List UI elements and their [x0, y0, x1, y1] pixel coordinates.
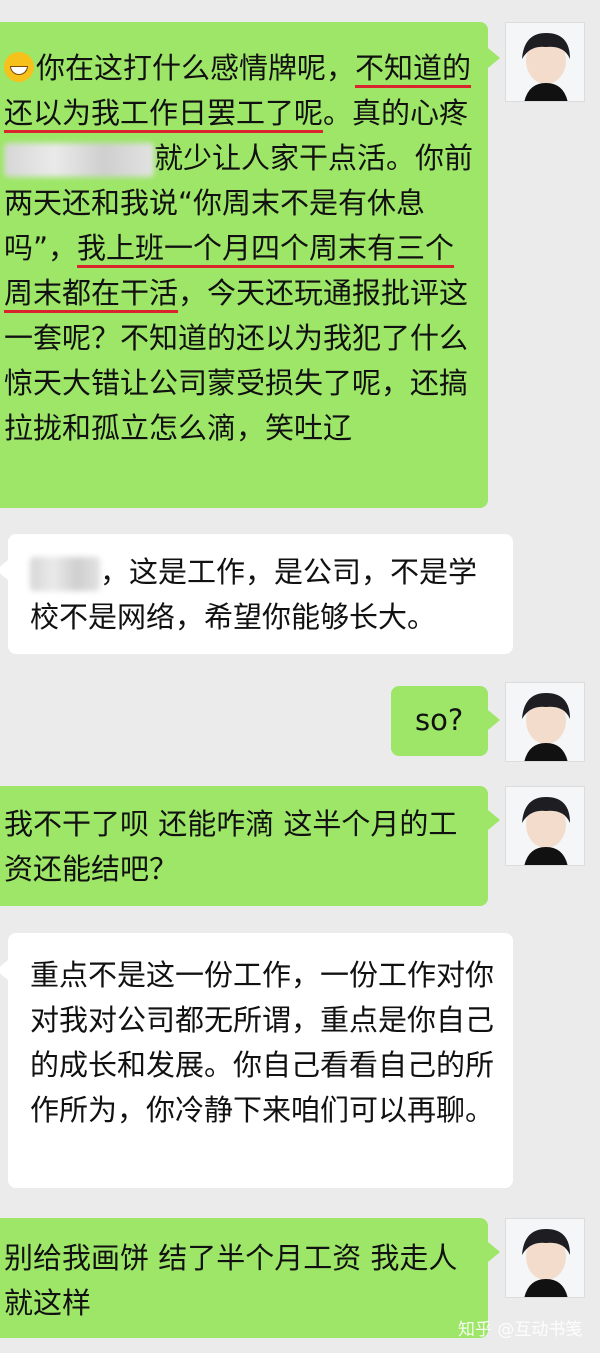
message-text: 你在这打什么感情牌呢， — [36, 51, 356, 85]
bubble-tail — [488, 710, 500, 730]
user-avatar-icon — [522, 797, 570, 865]
bubble-tail — [0, 560, 8, 580]
message-bubble-incoming-2[interactable]: 重点不是这一份工作，一份工作对你对我对公司都无所谓，重点是你自己的成长和发展。你… — [8, 933, 513, 1188]
bubble-tail — [0, 960, 8, 980]
bubble-tail — [488, 48, 500, 68]
avatar[interactable] — [505, 1218, 585, 1298]
user-avatar-icon — [522, 1229, 570, 1297]
user-avatar-icon — [522, 693, 570, 761]
redacted-text — [4, 143, 154, 177]
avatar[interactable] — [505, 786, 585, 866]
avatar[interactable] — [505, 682, 585, 762]
user-avatar-icon — [522, 33, 570, 101]
message-text: so? — [415, 703, 464, 737]
message-bubble-outgoing-3[interactable]: 我不干了呗 还能咋滴 这半个月的工资还能结吧？ — [0, 786, 488, 906]
message-text: 我不干了呗 还能咋滴 这半个月的工资还能结吧？ — [4, 807, 458, 886]
message-text: 。真的心疼 — [323, 96, 469, 130]
avatar[interactable] — [505, 22, 585, 102]
redacted-name — [30, 557, 100, 591]
message-bubble-incoming-1[interactable]: ，这是工作，是公司，不是学校不是网络，希望你能够长大。 — [8, 534, 513, 654]
message-bubble-outgoing-1[interactable]: 你在这打什么感情牌呢，不知道的还以为我工作日罢工了呢。真的心疼就少让人家干点活。… — [0, 22, 488, 508]
bubble-tail — [488, 1242, 500, 1262]
watermark: 知乎 @互动书笺 — [458, 1320, 583, 1340]
message-text: 别给我画饼 结了半个月工资 我走人 就这样 — [4, 1241, 458, 1320]
bubble-tail — [488, 810, 500, 830]
message-text: 重点不是这一份工作，一份工作对你对我对公司都无所谓，重点是你自己的成长和发展。你… — [30, 958, 495, 1127]
message-bubble-outgoing-2[interactable]: so? — [391, 686, 488, 756]
message-bubble-outgoing-4[interactable]: 别给我画饼 结了半个月工资 我走人 就这样 — [0, 1218, 488, 1338]
grinning-emoji-icon — [4, 52, 34, 82]
